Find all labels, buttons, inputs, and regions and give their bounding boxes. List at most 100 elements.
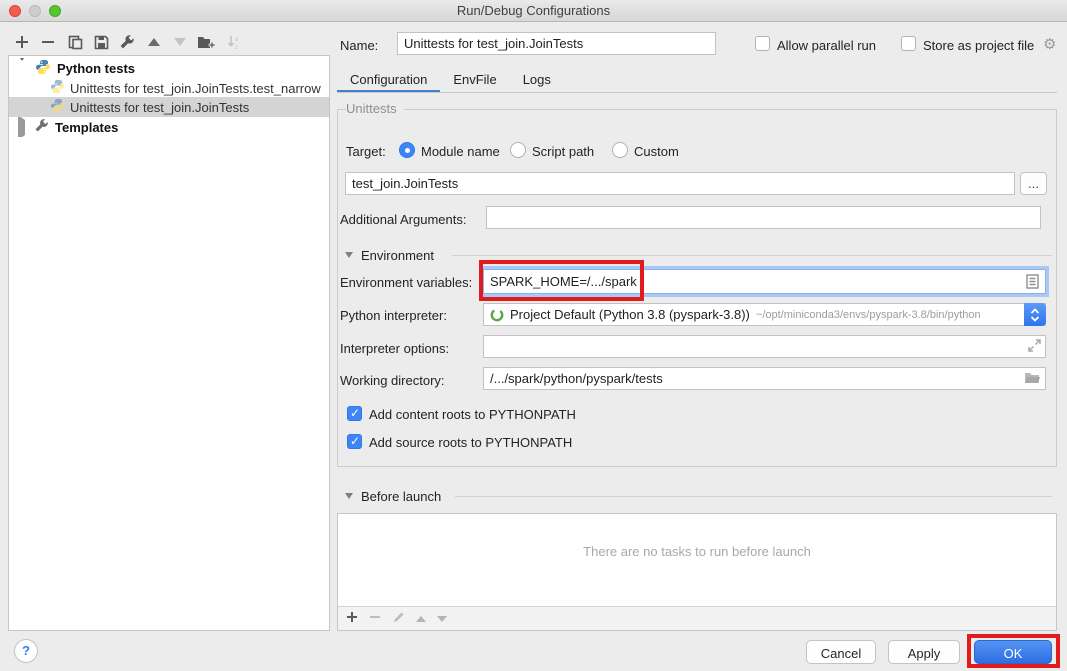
allow-parallel-run-checkbox[interactable] xyxy=(755,36,770,51)
chevron-right-icon[interactable] xyxy=(18,120,25,135)
environment-section-label: Environment xyxy=(361,248,434,263)
tree-node-config-jointests-selected[interactable]: Unittests for test_join.JoinTests xyxy=(9,97,329,117)
python-tests-icon xyxy=(35,59,51,78)
gear-icon[interactable]: ⚙ xyxy=(1043,35,1056,53)
additional-arguments-input[interactable] xyxy=(486,206,1041,229)
move-task-down-icon[interactable] xyxy=(437,616,447,622)
edit-task-pencil-icon[interactable] xyxy=(392,611,405,627)
interpreter-dropdown-button[interactable] xyxy=(1024,303,1046,326)
tree-node-label: Unittests for test_join.JoinTests.test_n… xyxy=(70,81,321,96)
radio-custom-label: Custom xyxy=(634,144,679,159)
chevron-up-down-icon xyxy=(1030,308,1040,322)
window-title: Run/Debug Configurations xyxy=(0,3,1067,18)
radio-script-path-label: Script path xyxy=(532,144,594,159)
tab-envfile[interactable]: EnvFile xyxy=(440,68,509,93)
before-launch-separator xyxy=(455,496,1052,497)
tab-separator xyxy=(337,92,1057,93)
move-down-button[interactable] xyxy=(170,32,190,52)
add-task-button[interactable] xyxy=(346,611,358,626)
title-bar: Run/Debug Configurations xyxy=(0,0,1067,22)
configurations-tree: Python tests Unittests for test_join.Joi… xyxy=(8,55,330,631)
python-interpreter-select[interactable]: Project Default (Python 3.8 (pyspark-3.8… xyxy=(483,303,1046,326)
radio-module-name[interactable] xyxy=(399,142,415,158)
expand-field-icon[interactable] xyxy=(1028,339,1041,355)
edit-templates-button[interactable] xyxy=(117,32,137,52)
move-up-button[interactable] xyxy=(144,32,164,52)
move-up-icon xyxy=(148,38,160,46)
add-content-roots-label: Add content roots to PYTHONPATH xyxy=(369,407,576,422)
wrench-icon xyxy=(119,34,135,50)
ok-button[interactable]: OK xyxy=(974,640,1052,664)
before-launch-collapse-icon[interactable] xyxy=(345,493,353,499)
python-interpreter-path: ~/opt/miniconda3/envs/pyspark-3.8/bin/py… xyxy=(756,309,981,321)
before-launch-section-label: Before launch xyxy=(361,489,441,504)
store-as-project-file-checkbox[interactable] xyxy=(901,36,916,51)
move-down-icon xyxy=(174,38,186,46)
conda-environment-icon xyxy=(490,308,504,322)
environment-variables-label: Environment variables: xyxy=(340,275,472,290)
remove-configuration-button[interactable] xyxy=(38,32,58,52)
chevron-down-icon[interactable] xyxy=(17,61,27,76)
python-run-config-icon xyxy=(50,98,65,116)
target-module-input[interactable] xyxy=(345,172,1015,195)
run-debug-configurations-dialog: Run/Debug Configurations az Python tests xyxy=(0,0,1067,671)
save-configuration-button[interactable] xyxy=(91,32,111,52)
add-source-roots-checkbox[interactable] xyxy=(347,434,362,449)
radio-module-name-label: Module name xyxy=(421,144,500,159)
svg-text:z: z xyxy=(235,45,238,50)
interpreter-options-input[interactable] xyxy=(483,335,1046,358)
add-icon xyxy=(15,35,29,49)
browse-button[interactable]: ... xyxy=(1020,172,1047,195)
help-button[interactable]: ? xyxy=(14,639,38,663)
radio-custom[interactable] xyxy=(612,142,628,158)
before-launch-empty-text: There are no tasks to run before launch xyxy=(338,544,1056,559)
new-folder-icon xyxy=(198,35,215,49)
working-directory-input[interactable] xyxy=(483,367,1046,390)
tree-node-python-tests[interactable]: Python tests xyxy=(9,58,329,78)
svg-text:a: a xyxy=(235,37,239,43)
save-icon xyxy=(94,35,109,50)
add-content-roots-checkbox[interactable] xyxy=(347,406,362,421)
tree-node-label: Unittests for test_join.JoinTests xyxy=(70,100,249,115)
python-interpreter-label: Python interpreter: xyxy=(340,308,447,323)
move-task-up-icon[interactable] xyxy=(416,616,426,622)
additional-arguments-label: Additional Arguments: xyxy=(340,212,466,227)
python-run-config-icon xyxy=(50,79,65,97)
store-as-project-file-label: Store as project file xyxy=(923,38,1034,53)
sort-alphabetically-icon: az xyxy=(227,35,241,50)
folder-icon[interactable] xyxy=(1024,371,1040,387)
new-folder-button[interactable] xyxy=(196,32,216,52)
interpreter-options-label: Interpreter options: xyxy=(340,341,449,356)
before-launch-task-list: There are no tasks to run before launch xyxy=(337,513,1057,631)
add-configuration-button[interactable] xyxy=(12,32,32,52)
remove-icon xyxy=(41,35,55,49)
tree-node-templates[interactable]: Templates xyxy=(9,117,329,137)
target-label: Target: xyxy=(346,144,386,159)
remove-task-button[interactable] xyxy=(369,611,381,626)
copy-icon xyxy=(68,35,83,50)
templates-wrench-icon xyxy=(34,118,49,136)
tree-node-config-narrow[interactable]: Unittests for test_join.JoinTests.test_n… xyxy=(9,78,329,98)
tree-node-label: Python tests xyxy=(57,61,135,76)
sort-configurations-button[interactable]: az xyxy=(224,32,244,52)
environment-variables-input[interactable] xyxy=(483,269,1046,294)
name-input[interactable] xyxy=(397,32,716,55)
tree-node-label: Templates xyxy=(55,120,118,135)
tab-logs[interactable]: Logs xyxy=(510,68,564,93)
before-launch-toolbar xyxy=(338,606,1056,630)
unittests-group-title: Unittests xyxy=(346,101,404,116)
allow-parallel-run-label: Allow parallel run xyxy=(777,38,876,53)
tab-bar: Configuration EnvFile Logs xyxy=(337,68,564,93)
working-directory-label: Working directory: xyxy=(340,373,445,388)
cancel-button[interactable]: Cancel xyxy=(806,640,876,664)
environment-collapse-icon[interactable] xyxy=(345,252,353,258)
python-interpreter-name: Project Default (Python 3.8 (pyspark-3.8… xyxy=(510,307,750,322)
radio-script-path[interactable] xyxy=(510,142,526,158)
apply-button[interactable]: Apply xyxy=(888,640,960,664)
add-source-roots-label: Add source roots to PYTHONPATH xyxy=(369,435,572,450)
copy-configuration-button[interactable] xyxy=(65,32,85,52)
name-label: Name: xyxy=(340,38,378,53)
env-vars-browse-icon[interactable] xyxy=(1026,274,1039,292)
environment-separator xyxy=(452,255,1052,256)
tab-configuration[interactable]: Configuration xyxy=(337,68,440,93)
